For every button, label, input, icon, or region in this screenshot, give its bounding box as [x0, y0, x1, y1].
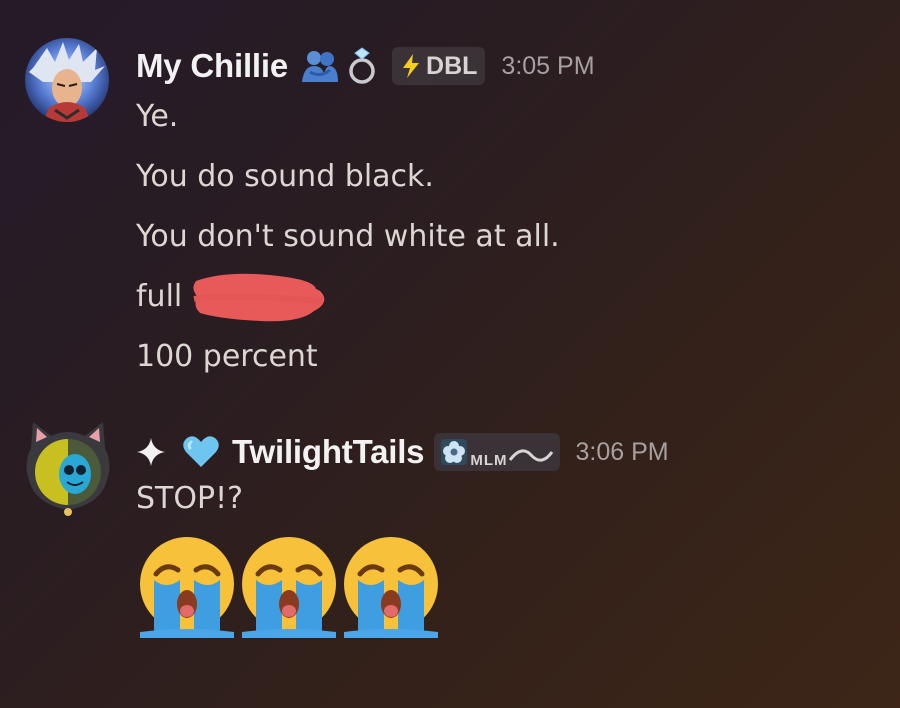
- loudly-crying-face-icon: [338, 534, 444, 644]
- redaction-scribble: [190, 271, 330, 329]
- ring-icon: [346, 47, 378, 85]
- sparkle-icon: [136, 437, 166, 467]
- message-line: You don't sound white at all.: [136, 219, 560, 254]
- tag-text: MLM: [470, 451, 508, 469]
- message-header: My Chillie DBL 3:05 PM: [136, 46, 595, 86]
- avatar-image: [26, 422, 110, 516]
- username[interactable]: TwilightTails: [232, 433, 425, 471]
- server-tag-dbl[interactable]: DBL: [392, 47, 486, 85]
- message-line: Ye.: [136, 99, 179, 134]
- lightning-icon: [400, 53, 422, 79]
- message-header: TwilightTails MLM 3:06 PM: [136, 432, 669, 472]
- flower-icon: [440, 438, 468, 466]
- message-line: STOP!?: [136, 481, 244, 516]
- message-line-with-redaction: full: [136, 273, 325, 322]
- message-twilighttails: TwilightTails MLM 3:06 PM STOP!?: [0, 400, 900, 700]
- blue-heart-icon: [182, 435, 220, 469]
- message-line: You do sound black.: [136, 159, 434, 194]
- avatar-image: [25, 38, 109, 122]
- message-text: full: [136, 279, 183, 314]
- loudly-crying-face-icon: [134, 534, 240, 644]
- timestamp[interactable]: 3:06 PM: [576, 438, 669, 467]
- username[interactable]: My Chillie: [136, 47, 288, 85]
- people-hugging-icon: [300, 48, 340, 84]
- message-line: 100 percent: [136, 339, 318, 374]
- timestamp[interactable]: 3:05 PM: [501, 52, 594, 81]
- loudly-crying-face-icon: [236, 534, 342, 644]
- tilde-icon: [508, 438, 554, 466]
- server-tag-mlm[interactable]: MLM: [434, 433, 560, 471]
- user-avatar-twilighttails[interactable]: [23, 420, 113, 516]
- user-avatar-my-chillie[interactable]: [25, 38, 109, 122]
- message-my-chillie: My Chillie DBL 3:05 PM Ye. You do sound …: [0, 0, 900, 400]
- emoji-row: [134, 534, 454, 644]
- tag-text: DBL: [426, 51, 478, 80]
